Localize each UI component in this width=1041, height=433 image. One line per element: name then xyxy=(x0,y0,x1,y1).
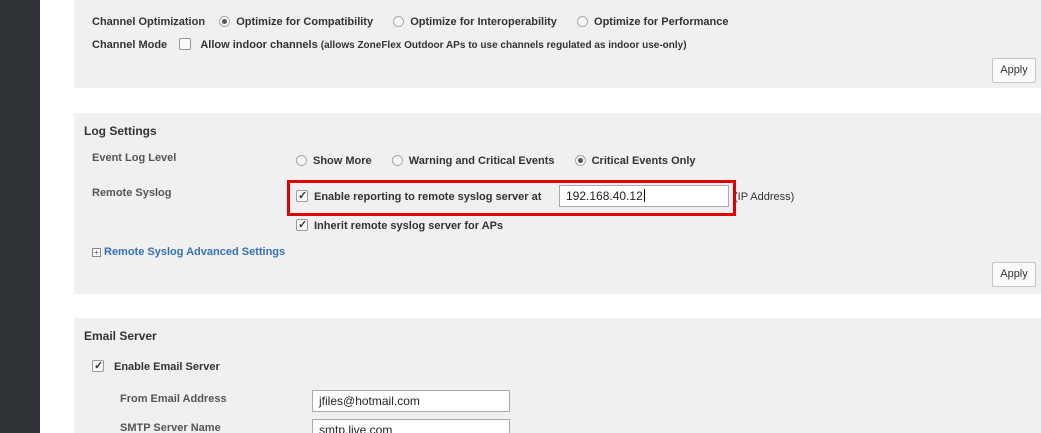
highlight-box xyxy=(287,180,736,216)
radio-optimize-performance[interactable]: Optimize for Performance xyxy=(577,16,729,28)
enable-email-label: Enable Email Server xyxy=(114,361,220,373)
syslog-advanced-label[interactable]: Remote Syslog Advanced Settings xyxy=(104,246,285,258)
enable-email-row: Enable Email Server xyxy=(92,359,220,373)
inherit-syslog-row: Inherit remote syslog server for APs xyxy=(296,218,504,232)
radio-icon[interactable] xyxy=(296,155,307,166)
radio-icon[interactable] xyxy=(393,16,405,27)
radio-optimize-compatibility[interactable]: Optimize for Compatibility xyxy=(219,16,373,28)
radio-critical-only[interactable]: Critical Events Only xyxy=(574,155,696,167)
channel-settings-panel: Channel Optimization Optimize for Compat… xyxy=(74,0,1041,88)
indoor-channels-label: Allow indoor channels xyxy=(200,39,318,51)
expand-plus-icon[interactable]: + xyxy=(92,248,101,257)
inherit-syslog-checkbox[interactable] xyxy=(296,218,308,231)
radio-selected-icon[interactable] xyxy=(219,16,231,27)
from-email-input[interactable]: jfiles@hotmail.com xyxy=(312,390,510,412)
enable-email-checkbox[interactable] xyxy=(92,359,104,372)
email-server-panel: Email Server Enable Email Server From Em… xyxy=(74,318,1041,433)
radio-icon[interactable] xyxy=(391,155,403,166)
radio-show-more[interactable]: Show More xyxy=(296,155,372,167)
radio-optimize-interoperability[interactable]: Optimize for Interoperability xyxy=(393,16,557,28)
indoor-channels-checkbox[interactable] xyxy=(179,38,192,50)
indoor-channels-note: (allows ZoneFlex Outdoor APs to use chan… xyxy=(320,40,687,51)
log-settings-heading: Log Settings xyxy=(84,124,157,138)
channel-optimization-label: Channel Optimization xyxy=(92,16,206,28)
log-apply-button[interactable]: Apply xyxy=(992,262,1036,287)
event-log-level-options: Show More Warning and Critical Events Cr… xyxy=(296,155,696,167)
smtp-server-label: SMTP Server Name xyxy=(120,422,221,433)
channel-mode-label: Channel Mode xyxy=(92,39,168,51)
channel-apply-button[interactable]: Apply xyxy=(992,58,1036,83)
ip-address-suffix: (IP Address) xyxy=(734,191,795,203)
radio-selected-icon[interactable] xyxy=(574,155,586,166)
event-log-level-label: Event Log Level xyxy=(92,152,177,164)
sidebar xyxy=(0,0,40,433)
radio-warning-critical[interactable]: Warning and Critical Events xyxy=(391,155,554,167)
from-email-label: From Email Address xyxy=(120,393,227,405)
channel-optimization-row: Channel Optimization Optimize for Compat… xyxy=(92,16,729,28)
syslog-advanced-link[interactable]: + Remote Syslog Advanced Settings xyxy=(92,246,285,258)
channel-mode-row: Channel Mode Allow indoor channels (allo… xyxy=(92,38,687,51)
inherit-syslog-label: Inherit remote syslog server for APs xyxy=(314,220,504,232)
smtp-server-input[interactable]: smtp.live.com xyxy=(312,419,510,433)
radio-icon[interactable] xyxy=(577,16,589,27)
email-server-heading: Email Server xyxy=(84,329,157,343)
remote-syslog-label: Remote Syslog xyxy=(92,187,172,199)
main-content: Channel Optimization Optimize for Compat… xyxy=(40,0,1041,433)
